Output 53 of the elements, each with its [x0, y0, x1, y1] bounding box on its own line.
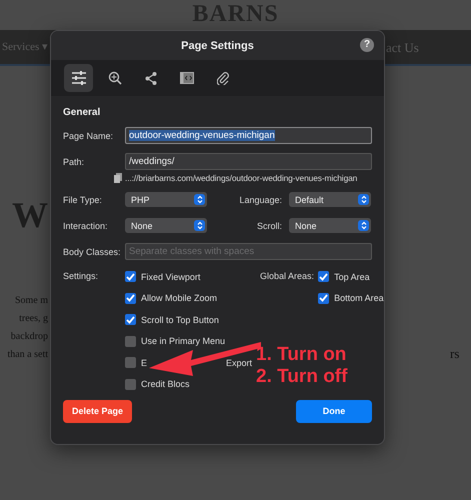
- field-label: Page Name:: [63, 130, 114, 140]
- checkbox[interactable]: [125, 314, 136, 325]
- copy-icon[interactable]: [114, 173, 122, 183]
- field-label: Body Classes:: [63, 246, 122, 256]
- page-name-field[interactable]: outdoor-wedding-venues-michigan: [125, 127, 372, 144]
- chevron-updown-icon: [360, 195, 366, 204]
- checkbox-label: Credit Blocs: [141, 379, 190, 389]
- checkbox[interactable]: [125, 357, 136, 368]
- chevron-updown-icon: [196, 221, 202, 230]
- checkbox[interactable]: [125, 336, 136, 346]
- checkbox-label: Use in Primary Menu: [141, 336, 226, 346]
- field-label: Settings:: [63, 270, 100, 283]
- share-icon: [144, 72, 156, 84]
- help-button[interactable]: ?: [360, 38, 374, 52]
- magnifier-icon: [108, 71, 122, 85]
- delete-button[interactable]: Delete Page: [63, 400, 132, 422]
- field-label: File Type:: [63, 194, 103, 204]
- toolbar-tab[interactable]: [64, 64, 93, 92]
- field-label: Path:: [63, 156, 86, 166]
- done-button[interactable]: Done: [296, 400, 372, 422]
- checkbox[interactable]: [318, 292, 330, 304]
- code-icon: [180, 72, 194, 84]
- chevron-updown-icon: [360, 221, 366, 230]
- dialog-title: Page Settings: [181, 40, 254, 52]
- checkbox[interactable]: [125, 271, 136, 282]
- checkbox-label: Bottom Area: [334, 293, 384, 303]
- dropdown[interactable]: PHP: [125, 192, 207, 207]
- sliders-icon: [70, 71, 86, 85]
- paperclip-icon: [216, 71, 228, 85]
- checkbox[interactable]: [125, 292, 136, 304]
- checkbox-label: Scroll to Top Button: [141, 314, 219, 324]
- dropdown[interactable]: Default: [289, 192, 371, 207]
- annotation-text: 2. Turn off: [256, 366, 348, 388]
- field-label: Global Areas:: [260, 270, 314, 283]
- dropdown[interactable]: None: [289, 218, 371, 233]
- field-label: Interaction:: [63, 220, 109, 230]
- annotation-text: 1. Turn on: [256, 344, 348, 366]
- field-label: Language:: [238, 194, 283, 204]
- field-label: Scroll:: [256, 220, 283, 230]
- checkbox[interactable]: [318, 271, 330, 282]
- chevron-updown-icon: [196, 195, 202, 204]
- checkbox[interactable]: [125, 378, 136, 390]
- checkbox-label: Top Area: [334, 272, 370, 282]
- checkbox-label: Allow Mobile Zoom: [141, 293, 218, 303]
- section-heading: General: [63, 107, 102, 118]
- paragraph-fragment: rs: [450, 346, 460, 362]
- path-field[interactable]: /weddings/: [125, 153, 372, 170]
- checkbox-label: E: [141, 358, 148, 368]
- dropdown[interactable]: None: [125, 218, 207, 233]
- checkbox-label: Fixed Viewport: [141, 272, 200, 282]
- paragraph-line: backdrop: [10, 330, 48, 344]
- page-url: ...://briarbarns.com/weddings/outdoor-wedding-venues-michigan: [125, 173, 358, 183]
- checkbox-label: Export: [226, 358, 252, 368]
